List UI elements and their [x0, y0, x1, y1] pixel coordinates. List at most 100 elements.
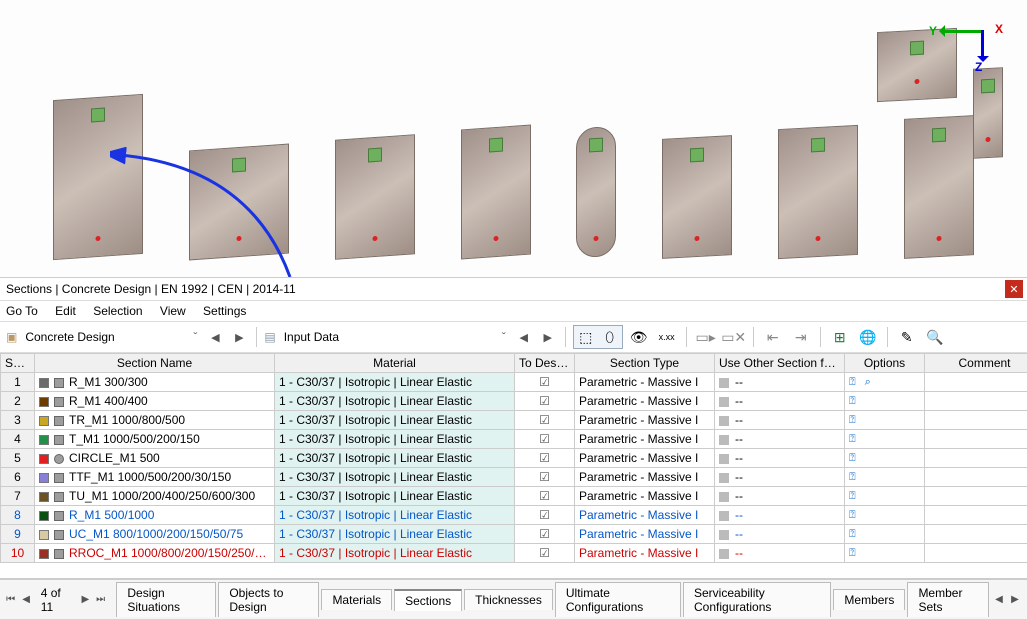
tab-objects-to-design[interactable]: Objects to Design [218, 582, 319, 617]
tab-ultimate-configs[interactable]: Ultimate Configurations [555, 582, 681, 617]
table-row[interactable]: 6TTF_M1 1000/500/200/30/1501 - C30/37 | … [1, 468, 1027, 487]
cell-comment[interactable] [925, 487, 1027, 506]
data-prev-button[interactable]: ◀ [514, 327, 534, 347]
cell-use-other[interactable]: -- [715, 487, 845, 506]
menu-settings[interactable]: Settings [203, 304, 246, 318]
edit-icon[interactable]: ✎ [895, 326, 919, 348]
cell-comment[interactable] [925, 544, 1027, 563]
cell-section-type[interactable]: Parametric - Massive I [575, 487, 715, 506]
col-todesign[interactable]: To Design [515, 354, 575, 373]
col-comment[interactable]: Comment [925, 354, 1027, 373]
menu-selection[interactable]: Selection [93, 304, 142, 318]
excel-icon[interactable]: ⊞ [828, 326, 852, 348]
cell-comment[interactable] [925, 392, 1027, 411]
cell-use-other[interactable]: -- [715, 392, 845, 411]
cell-section-name[interactable]: TR_M1 1000/800/500 [35, 411, 275, 430]
table-row[interactable]: 1R_M1 300/3001 - C30/37 | Isotropic | Li… [1, 373, 1027, 392]
col-useother[interactable]: Use Other Section for Design [715, 354, 845, 373]
cell-section-name[interactable]: R_M1 400/400 [35, 392, 275, 411]
insert-row-button[interactable]: ▭▸ [694, 326, 718, 348]
cell-to-design[interactable]: ☑ [515, 525, 575, 544]
cell-to-design[interactable]: ☑ [515, 487, 575, 506]
cell-material[interactable]: 1 - C30/37 | Isotropic | Linear Elastic [275, 506, 515, 525]
cell-to-design[interactable]: ☑ [515, 544, 575, 563]
data-next-button[interactable]: ▶ [538, 327, 558, 347]
tab-members[interactable]: Members [833, 589, 905, 610]
cell-to-design[interactable]: ☑ [515, 373, 575, 392]
cell-comment[interactable] [925, 468, 1027, 487]
cell-material[interactable]: 1 - C30/37 | Isotropic | Linear Elastic [275, 411, 515, 430]
nav-next-button[interactable]: ▶ [229, 327, 249, 347]
cell-comment[interactable] [925, 411, 1027, 430]
cell-options[interactable]: ⍰ [845, 468, 925, 487]
dropdown-data[interactable]: Input Data ˇ [280, 326, 510, 348]
tab-serviceability-configs[interactable]: Serviceability Configurations [683, 582, 831, 617]
cell-options[interactable]: ⍰ [845, 430, 925, 449]
menu-view[interactable]: View [160, 304, 186, 318]
cell-material[interactable]: 1 - C30/37 | Isotropic | Linear Elastic [275, 525, 515, 544]
cell-comment[interactable] [925, 525, 1027, 544]
cell-options[interactable]: ⍰ [845, 411, 925, 430]
cell-use-other[interactable]: -- [715, 373, 845, 392]
menu-edit[interactable]: Edit [55, 304, 76, 318]
table-row[interactable]: 3TR_M1 1000/800/5001 - C30/37 | Isotropi… [1, 411, 1027, 430]
tabs-scroll-left[interactable]: ◀ [991, 591, 1007, 609]
menu-goto[interactable]: Go To [6, 304, 38, 318]
table-row[interactable]: 7TU_M1 1000/200/400/250/600/3001 - C30/3… [1, 487, 1027, 506]
cell-material[interactable]: 1 - C30/37 | Isotropic | Linear Elastic [275, 544, 515, 563]
cell-to-design[interactable]: ☑ [515, 506, 575, 525]
export-button[interactable]: ⇥ [789, 326, 813, 348]
cell-options[interactable]: ⍰ [845, 392, 925, 411]
cell-section-name[interactable]: TTF_M1 1000/500/200/30/150 [35, 468, 275, 487]
cell-section-type[interactable]: Parametric - Massive I [575, 525, 715, 544]
cell-use-other[interactable]: -- [715, 449, 845, 468]
eye-icon[interactable]: 👁 [627, 326, 651, 348]
cell-to-design[interactable]: ☑ [515, 411, 575, 430]
tab-materials[interactable]: Materials [321, 589, 392, 610]
tab-thicknesses[interactable]: Thicknesses [464, 589, 553, 610]
cell-section-name[interactable]: T_M1 1000/500/200/150 [35, 430, 275, 449]
cell-to-design[interactable]: ☑ [515, 468, 575, 487]
tab-design-situations[interactable]: Design Situations [116, 582, 216, 617]
cell-material[interactable]: 1 - C30/37 | Isotropic | Linear Elastic [275, 430, 515, 449]
cell-section-type[interactable]: Parametric - Massive I [575, 430, 715, 449]
table-row[interactable]: 10RROC_M1 1000/800/200/150/250/100…1 - C… [1, 544, 1027, 563]
cell-section-type[interactable]: Parametric - Massive I [575, 506, 715, 525]
cell-options[interactable]: ⍰ [845, 506, 925, 525]
select-tool-button[interactable]: ⬚ [574, 326, 598, 348]
cell-material[interactable]: 1 - C30/37 | Isotropic | Linear Elastic [275, 373, 515, 392]
cell-section-type[interactable]: Parametric - Massive I [575, 449, 715, 468]
search-icon[interactable]: 🔍 [923, 326, 947, 348]
close-button[interactable]: ✕ [1005, 280, 1023, 298]
cell-section-name[interactable]: CIRCLE_M1 500 [35, 449, 275, 468]
cell-material[interactable]: 1 - C30/37 | Isotropic | Linear Elastic [275, 449, 515, 468]
cell-section-type[interactable]: Parametric - Massive I [575, 373, 715, 392]
lasso-tool-button[interactable]: ⬯ [598, 326, 622, 348]
nav-last-button[interactable]: ⏭ [94, 591, 107, 609]
cell-comment[interactable] [925, 430, 1027, 449]
table-row[interactable]: 2R_M1 400/4001 - C30/37 | Isotropic | Li… [1, 392, 1027, 411]
tab-member-sets[interactable]: Member Sets [907, 582, 989, 617]
nav-first-button[interactable]: ⏮ [4, 591, 17, 609]
cell-options[interactable]: ⍰ ⌕ [845, 373, 925, 392]
cell-to-design[interactable]: ☑ [515, 392, 575, 411]
cell-use-other[interactable]: -- [715, 411, 845, 430]
precision-icon[interactable]: x.xx [655, 326, 679, 348]
cell-section-name[interactable]: UC_M1 800/1000/200/150/50/75 [35, 525, 275, 544]
sections-table[interactable]: Section No. Section Name Material To Des… [0, 353, 1027, 579]
cell-use-other[interactable]: -- [715, 468, 845, 487]
import-button[interactable]: ⇤ [761, 326, 785, 348]
cell-options[interactable]: ⍰ [845, 525, 925, 544]
cell-comment[interactable] [925, 449, 1027, 468]
dropdown-design[interactable]: Concrete Design ˇ [21, 326, 201, 348]
cell-section-name[interactable]: R_M1 300/300 [35, 373, 275, 392]
delete-row-button[interactable]: ▭✕ [722, 326, 746, 348]
col-no[interactable]: Section No. [1, 354, 35, 373]
cell-use-other[interactable]: -- [715, 544, 845, 563]
table-row[interactable]: 5CIRCLE_M1 5001 - C30/37 | Isotropic | L… [1, 449, 1027, 468]
cell-section-name[interactable]: R_M1 500/1000 [35, 506, 275, 525]
cell-section-type[interactable]: Parametric - Massive I [575, 468, 715, 487]
cell-to-design[interactable]: ☑ [515, 449, 575, 468]
cell-section-name[interactable]: RROC_M1 1000/800/200/150/250/100… [35, 544, 275, 563]
cell-to-design[interactable]: ☑ [515, 430, 575, 449]
